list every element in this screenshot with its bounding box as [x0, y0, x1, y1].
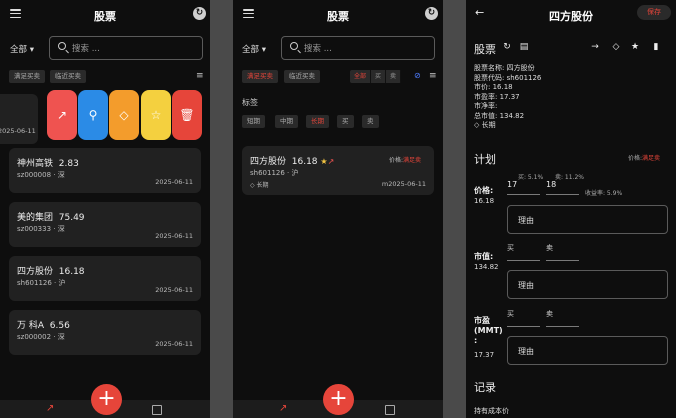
stock-card[interactable]: 万 科A 6.56 sz000002 · 深 2025-06-11 [9, 310, 201, 355]
search-icon [290, 42, 298, 50]
stock-detail-screen: ← 四方股份 保存 股票 ↻ ▤ → ◇ ★ ▮ 股票名称: 四方股份 股票代码… [466, 0, 676, 418]
trend-icon: ↗ [327, 157, 335, 166]
trend-action-button[interactable]: ↗ [47, 90, 77, 140]
chip-near-trade[interactable]: 临近买卖 [284, 70, 320, 83]
tag-icon: ◇ [119, 108, 129, 122]
stock-card[interactable]: 神州高铁 2.83 sz000008 · 深 2025-06-11 [9, 148, 201, 193]
search-input[interactable]: 搜索 ... [281, 36, 435, 60]
yield-label: 收益率: 5.9% [585, 190, 623, 197]
price-reason-input[interactable]: 理由 [507, 205, 668, 234]
page-title: 股票 [94, 10, 116, 23]
tag-long[interactable]: 长期 [306, 115, 329, 128]
stock-card[interactable]: 四方股份 16.18 sh601126 · 沪 2025-06-11 [9, 256, 201, 301]
refresh-icon[interactable]: ↻ [425, 7, 438, 20]
section-plan: 计划 [474, 153, 496, 166]
search-icon [58, 42, 66, 50]
sell-price-input[interactable]: 18 [546, 180, 579, 195]
stock-card[interactable]: 美的集团 75.49 sz000333 · 深 2025-06-11 [9, 202, 201, 247]
pin-action-button[interactable]: ⚲ [78, 90, 108, 140]
card-tag: ◇ 长期 [250, 182, 269, 189]
save-button[interactable]: 保存 [637, 5, 671, 20]
tag-mid[interactable]: 中期 [275, 115, 298, 128]
tag-icon: ◇ [250, 182, 255, 189]
mcap-buy-input[interactable] [507, 246, 540, 261]
tags-title: 标签 [242, 98, 258, 107]
chip-meet-trade[interactable]: 满足买卖 [242, 70, 278, 83]
table-icon[interactable]: ▤ [519, 42, 529, 52]
stock-filter-screen: 股票 ↻ 全部 ▾ 搜索 ... 满足买卖 临近买卖 全部 买 卖 ⊘ ≡ 标签… [233, 0, 443, 418]
pe-label: 市盈 (MMT) : [474, 316, 503, 345]
filter-icon[interactable]: ≡ [196, 71, 204, 81]
star-action-button[interactable]: ☆ [141, 90, 171, 140]
price-label: 价格: [474, 186, 494, 195]
add-button[interactable]: + [91, 384, 122, 415]
arrow-right-icon[interactable]: → [590, 42, 600, 52]
tag-icon: ◇ [474, 121, 480, 129]
calendar-nav-icon[interactable] [152, 405, 162, 415]
price-value: 16.18 [474, 197, 495, 205]
cost-label: 持有成本价 [474, 407, 509, 415]
tag-buy[interactable]: 买 [337, 115, 354, 128]
chart-nav-icon[interactable]: ↗ [46, 403, 54, 414]
pe-sell-input[interactable] [546, 312, 579, 327]
filter-off-icon[interactable]: ⊘ [414, 71, 421, 80]
search-input[interactable]: 搜索 ... [49, 36, 203, 60]
buy-price-input[interactable]: 17 [507, 180, 540, 195]
stock-card[interactable]: 四方股份 16.18 ★↗ sh601126 · 沪 价格:满足卖 ◇ 长期 m… [242, 146, 434, 195]
trash-icon: 🗑 [179, 108, 195, 122]
stock-tag: ◇ 长期 [474, 121, 496, 129]
stock-list-screen: 股票 ↻ 全部 ▾ 搜索 ... 满足买卖 临近买卖 ≡ 2025-06-11 … [0, 0, 210, 418]
stock-info: 股票名称: 四方股份 股票代码: sh601126 市价: 16.18 市盈率:… [474, 64, 542, 129]
pe-value: 17.37 [474, 351, 495, 359]
mcap-reason-input[interactable]: 理由 [507, 270, 668, 299]
tag-icon[interactable]: ◇ [611, 42, 621, 52]
plan-status: 价格:满足卖 [628, 155, 661, 162]
add-button[interactable]: + [323, 384, 354, 415]
chip-meet-trade[interactable]: 满足买卖 [9, 70, 45, 83]
segment-buy[interactable]: 买 [371, 70, 387, 83]
segment-sell[interactable]: 卖 [386, 70, 402, 83]
chart-nav-icon[interactable]: ↗ [279, 403, 287, 414]
section-stock: 股票 [474, 43, 496, 56]
tag-action-button[interactable]: ◇ [109, 90, 139, 140]
pe-reason-input[interactable]: 理由 [507, 336, 668, 365]
pin-icon: ⚲ [88, 108, 98, 122]
tag-short[interactable]: 短期 [242, 115, 265, 128]
page-title: 股票 [327, 10, 349, 23]
refresh-icon[interactable]: ↻ [193, 7, 206, 20]
trend-icon: ↗ [56, 108, 68, 122]
star-filled-icon: ★ [320, 157, 328, 166]
status-badge: 价格:满足卖 [388, 157, 421, 164]
swiped-card[interactable]: 2025-06-11 [0, 94, 38, 144]
trash-icon[interactable]: ▮ [651, 42, 661, 52]
mcap-label: 市值: [474, 252, 494, 261]
refresh-icon[interactable]: ↻ [502, 42, 512, 52]
tag-sell[interactable]: 卖 [362, 115, 379, 128]
delete-action-button[interactable]: 🗑 [172, 90, 202, 140]
filter-dropdown[interactable]: 全部 ▾ [10, 43, 34, 55]
segment-all[interactable]: 全部 [350, 70, 372, 83]
filter-icon[interactable]: ≡ [429, 71, 437, 81]
chip-near-trade[interactable]: 临近买卖 [50, 70, 86, 83]
star-icon: ☆ [150, 108, 162, 122]
mcap-value: 134.82 [474, 263, 499, 271]
section-record: 记录 [474, 381, 496, 394]
mcap-sell-input[interactable] [546, 246, 579, 261]
filter-dropdown[interactable]: 全部 ▾ [242, 43, 266, 55]
pe-buy-input[interactable] [507, 312, 540, 327]
type-segment: 全部 买 卖 [350, 70, 402, 83]
star-icon[interactable]: ★ [630, 42, 640, 52]
calendar-nav-icon[interactable] [385, 405, 395, 415]
